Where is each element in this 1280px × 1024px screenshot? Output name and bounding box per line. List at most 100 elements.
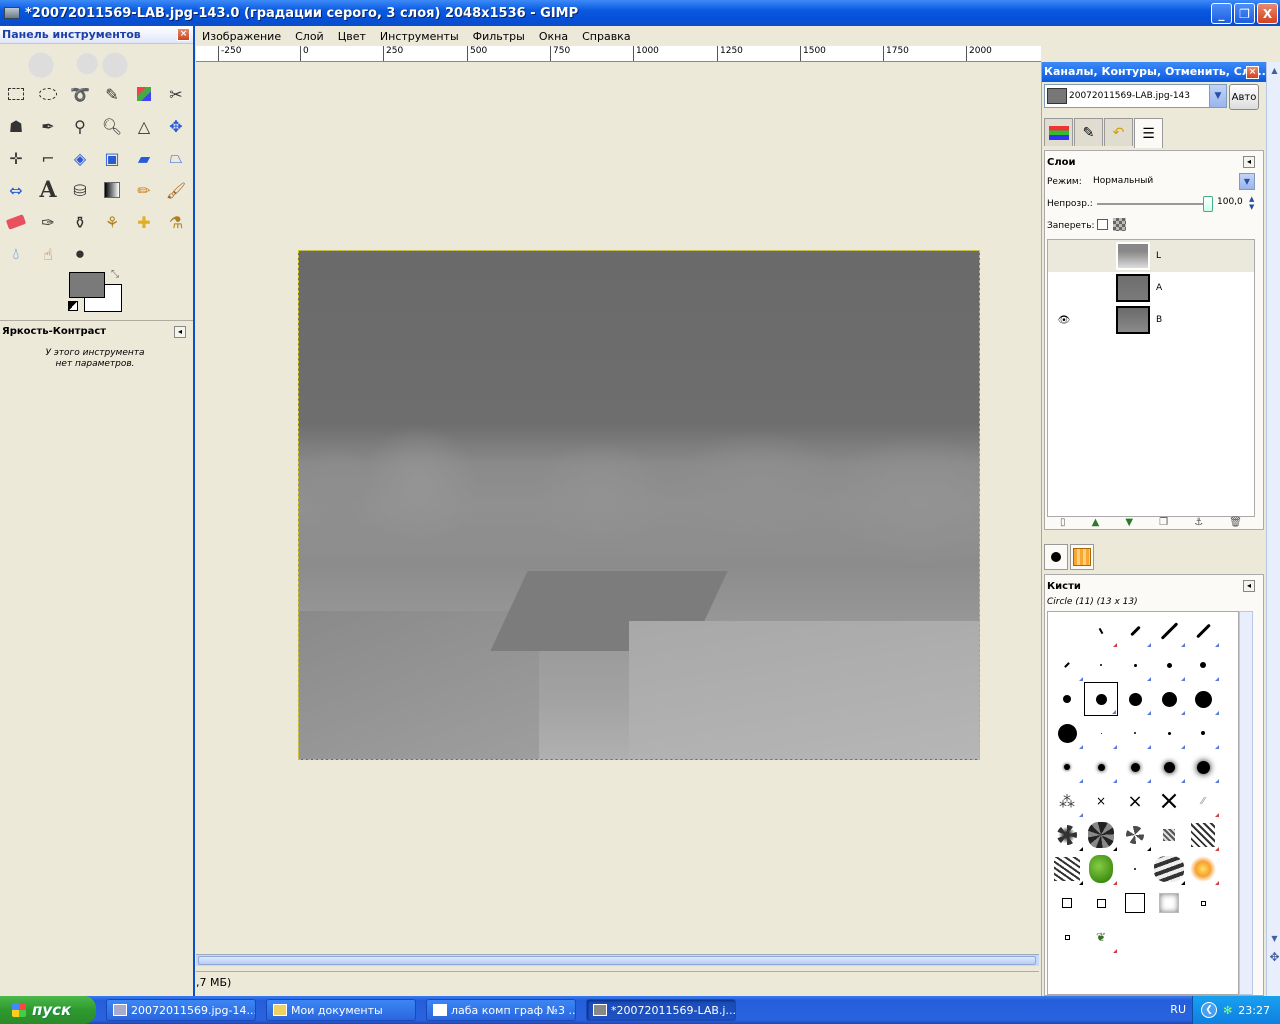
- auto-button[interactable]: Авто: [1229, 84, 1259, 110]
- menu-tools[interactable]: Инструменты: [380, 30, 465, 43]
- tray-arrow-icon[interactable]: ❮: [1201, 1002, 1218, 1018]
- layer-name[interactable]: B: [1156, 315, 1162, 325]
- brush-item[interactable]: [1050, 614, 1084, 648]
- brush-item[interactable]: ×: [1084, 784, 1118, 818]
- menu-filters[interactable]: Фильтры: [473, 30, 531, 43]
- brush-item[interactable]: [1118, 716, 1152, 750]
- tray-app-icon[interactable]: ✻: [1223, 1004, 1232, 1017]
- anchor-layer-icon[interactable]: ⚓: [1194, 517, 1203, 529]
- scroll-down-icon[interactable]: ▼: [1268, 934, 1280, 948]
- brush-item[interactable]: [1152, 750, 1186, 784]
- clone-tool-icon[interactable]: ⚘: [96, 206, 128, 238]
- scroll-up-icon[interactable]: ▲: [1268, 66, 1280, 80]
- menu-image[interactable]: Изображение: [202, 30, 287, 43]
- brush-item[interactable]: [1118, 682, 1152, 716]
- new-layer-icon[interactable]: ▯: [1060, 517, 1066, 529]
- horizontal-scrollbar[interactable]: [196, 954, 1039, 966]
- toolbox-titlebar[interactable]: Панель инструментов ×: [0, 26, 193, 44]
- brush-item[interactable]: [1050, 920, 1084, 954]
- brush-item[interactable]: [1152, 818, 1186, 852]
- ellipse-select-tool-icon[interactable]: [32, 78, 64, 110]
- crop-tool-icon[interactable]: ⌐: [32, 142, 64, 174]
- swap-colors-icon[interactable]: ⤡: [111, 269, 119, 280]
- delete-layer-icon[interactable]: 🗑︎: [1229, 517, 1242, 529]
- layers-menu-icon[interactable]: ◂: [1243, 156, 1255, 168]
- brush-item[interactable]: [1152, 886, 1186, 920]
- taskbar-item[interactable]: Мои документы: [266, 999, 416, 1021]
- smudge-tool-icon[interactable]: ☝: [32, 238, 64, 270]
- brush-item[interactable]: [1186, 716, 1220, 750]
- taskbar-item[interactable]: 20072011569.jpg-14...: [106, 999, 256, 1021]
- move-tool-icon[interactable]: ✥: [160, 110, 192, 142]
- tool-options-menu-icon[interactable]: ◂: [174, 326, 186, 338]
- fuzzy-select-tool-icon[interactable]: ✎: [96, 78, 128, 110]
- brush-item[interactable]: [1186, 648, 1220, 682]
- chevron-down-icon[interactable]: ▼: [1239, 173, 1255, 190]
- brush-item[interactable]: [1186, 852, 1220, 886]
- brush-item[interactable]: [1050, 818, 1084, 852]
- default-colors-icon[interactable]: [68, 301, 78, 311]
- brush-item[interactable]: ×: [1118, 784, 1152, 818]
- free-select-tool-icon[interactable]: ➰: [64, 78, 96, 110]
- brush-item[interactable]: [1118, 648, 1152, 682]
- brush-item[interactable]: [1186, 750, 1220, 784]
- brushes-scrollbar[interactable]: [1239, 611, 1253, 995]
- brush-item[interactable]: [1118, 614, 1152, 648]
- brush-item[interactable]: [1084, 750, 1118, 784]
- dock-close-icon[interactable]: ×: [1246, 66, 1259, 79]
- menu-windows[interactable]: Окна: [539, 30, 574, 43]
- brush-item[interactable]: [1084, 648, 1118, 682]
- paintbrush-tool-icon[interactable]: 🖌︎: [160, 174, 192, 206]
- layer-row[interactable]: L: [1048, 240, 1254, 272]
- brush-item[interactable]: [1118, 886, 1152, 920]
- shear-tool-icon[interactable]: ▰: [128, 142, 160, 174]
- brush-item[interactable]: [1050, 682, 1084, 716]
- close-button[interactable]: X: [1257, 3, 1278, 24]
- select-by-color-tool-icon[interactable]: [128, 78, 160, 110]
- taskbar-item[interactable]: лаба комп граф №3 ...: [426, 999, 576, 1021]
- layer-name[interactable]: L: [1156, 251, 1161, 261]
- image-selector[interactable]: 20072011569-LAB.jpg-143 ▼: [1044, 84, 1227, 108]
- scissors-tool-icon[interactable]: ✂: [160, 78, 192, 110]
- text-tool-icon[interactable]: A: [32, 174, 64, 206]
- tab-brushes[interactable]: [1044, 544, 1068, 570]
- brush-item[interactable]: [1084, 886, 1118, 920]
- dock-titlebar[interactable]: Каналы, Контуры, Отменить, Сло...: [1042, 62, 1266, 82]
- eye-icon[interactable]: 👁︎: [1056, 315, 1072, 326]
- ink-tool-icon[interactable]: ⚱: [64, 206, 96, 238]
- tab-patterns[interactable]: [1070, 544, 1094, 570]
- start-button[interactable]: пуск: [0, 996, 96, 1024]
- lock-pixels-checkbox[interactable]: [1097, 219, 1108, 230]
- tab-paths[interactable]: ✎: [1074, 118, 1103, 146]
- align-tool-icon[interactable]: ✛: [0, 142, 32, 174]
- brush-item[interactable]: [1084, 852, 1118, 886]
- mode-select[interactable]: Нормальный ▼: [1091, 173, 1255, 191]
- window-titlebar[interactable]: *20072011569-LAB.jpg-143.0 (градации сер…: [0, 0, 1280, 26]
- opacity-slider-thumb[interactable]: [1203, 196, 1213, 212]
- brush-item[interactable]: [1186, 818, 1220, 852]
- brush-item[interactable]: [1186, 682, 1220, 716]
- raise-layer-icon[interactable]: ▲: [1092, 517, 1100, 529]
- dock-scrollbar[interactable]: ▲ ▼ ✥: [1266, 62, 1280, 996]
- brush-item[interactable]: [1152, 648, 1186, 682]
- brush-item[interactable]: [1050, 750, 1084, 784]
- horizontal-scroll-thumb[interactable]: [198, 956, 1036, 965]
- flip-tool-icon[interactable]: ⇔: [0, 174, 32, 206]
- language-indicator[interactable]: RU: [1170, 1003, 1186, 1016]
- tab-channels[interactable]: [1044, 118, 1073, 146]
- rotate-tool-icon[interactable]: ◈: [64, 142, 96, 174]
- chevron-down-icon[interactable]: ▼: [1209, 85, 1226, 107]
- minimize-button[interactable]: _: [1211, 3, 1232, 24]
- lower-layer-icon[interactable]: ▼: [1125, 517, 1133, 529]
- heal-tool-icon[interactable]: ✚: [128, 206, 160, 238]
- brush-item[interactable]: [1050, 886, 1084, 920]
- menu-help[interactable]: Справка: [582, 30, 636, 43]
- zoom-tool-icon[interactable]: 🔍︎: [96, 110, 128, 142]
- brush-item[interactable]: ×: [1152, 784, 1186, 818]
- measure-tool-icon[interactable]: △: [128, 110, 160, 142]
- scale-tool-icon[interactable]: ▣: [96, 142, 128, 174]
- brush-item[interactable]: [1152, 852, 1186, 886]
- brush-item[interactable]: [1050, 716, 1084, 750]
- brush-item[interactable]: [1152, 614, 1186, 648]
- brush-item[interactable]: [1186, 886, 1220, 920]
